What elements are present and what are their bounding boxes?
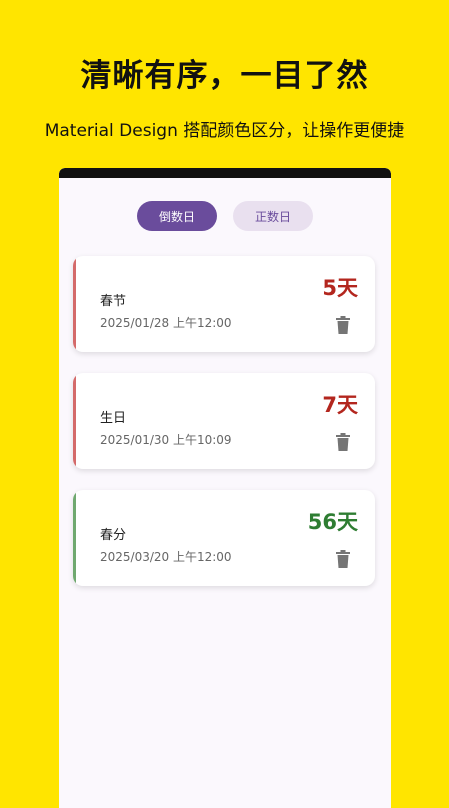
trash-icon[interactable] [335,550,351,568]
event-card[interactable]: 生日 2025/01/30 上午10:09 7天 [73,373,375,469]
card-accent-bar [73,373,76,469]
trash-icon[interactable] [335,433,351,451]
tab-bar: 倒数日 正数日 [59,201,391,231]
card-accent-bar [73,256,76,352]
phone-top-bezel [59,168,391,178]
event-days-count: 5天 [322,276,358,300]
promo-headline: 清晰有序，一目了然 [80,58,369,94]
event-name: 生日 [100,411,127,426]
event-card[interactable]: 春分 2025/03/20 上午12:00 56天 [73,490,375,586]
tab-countup[interactable]: 正数日 [233,201,313,231]
event-days-count: 7天 [322,393,358,417]
event-date: 2025/01/28 上午12:00 [100,316,232,330]
promo-subline: Material Design 搭配颜色区分，让操作更便捷 [44,121,405,141]
phone-frame: 倒数日 正数日 春节 2025/01/28 上午12:00 5天 生日 2025… [59,168,391,808]
event-date: 2025/03/20 上午12:00 [100,550,232,564]
event-date: 2025/01/30 上午10:09 [100,433,232,447]
event-days-count: 56天 [307,510,358,534]
card-accent-bar [73,490,76,586]
trash-icon[interactable] [335,316,351,334]
event-name: 春分 [100,528,127,543]
app-screen: 倒数日 正数日 春节 2025/01/28 上午12:00 5天 生日 2025… [59,178,391,808]
tab-countdown[interactable]: 倒数日 [137,201,217,231]
event-name: 春节 [100,294,127,309]
event-card[interactable]: 春节 2025/01/28 上午12:00 5天 [73,256,375,352]
phone-button [355,168,373,170]
